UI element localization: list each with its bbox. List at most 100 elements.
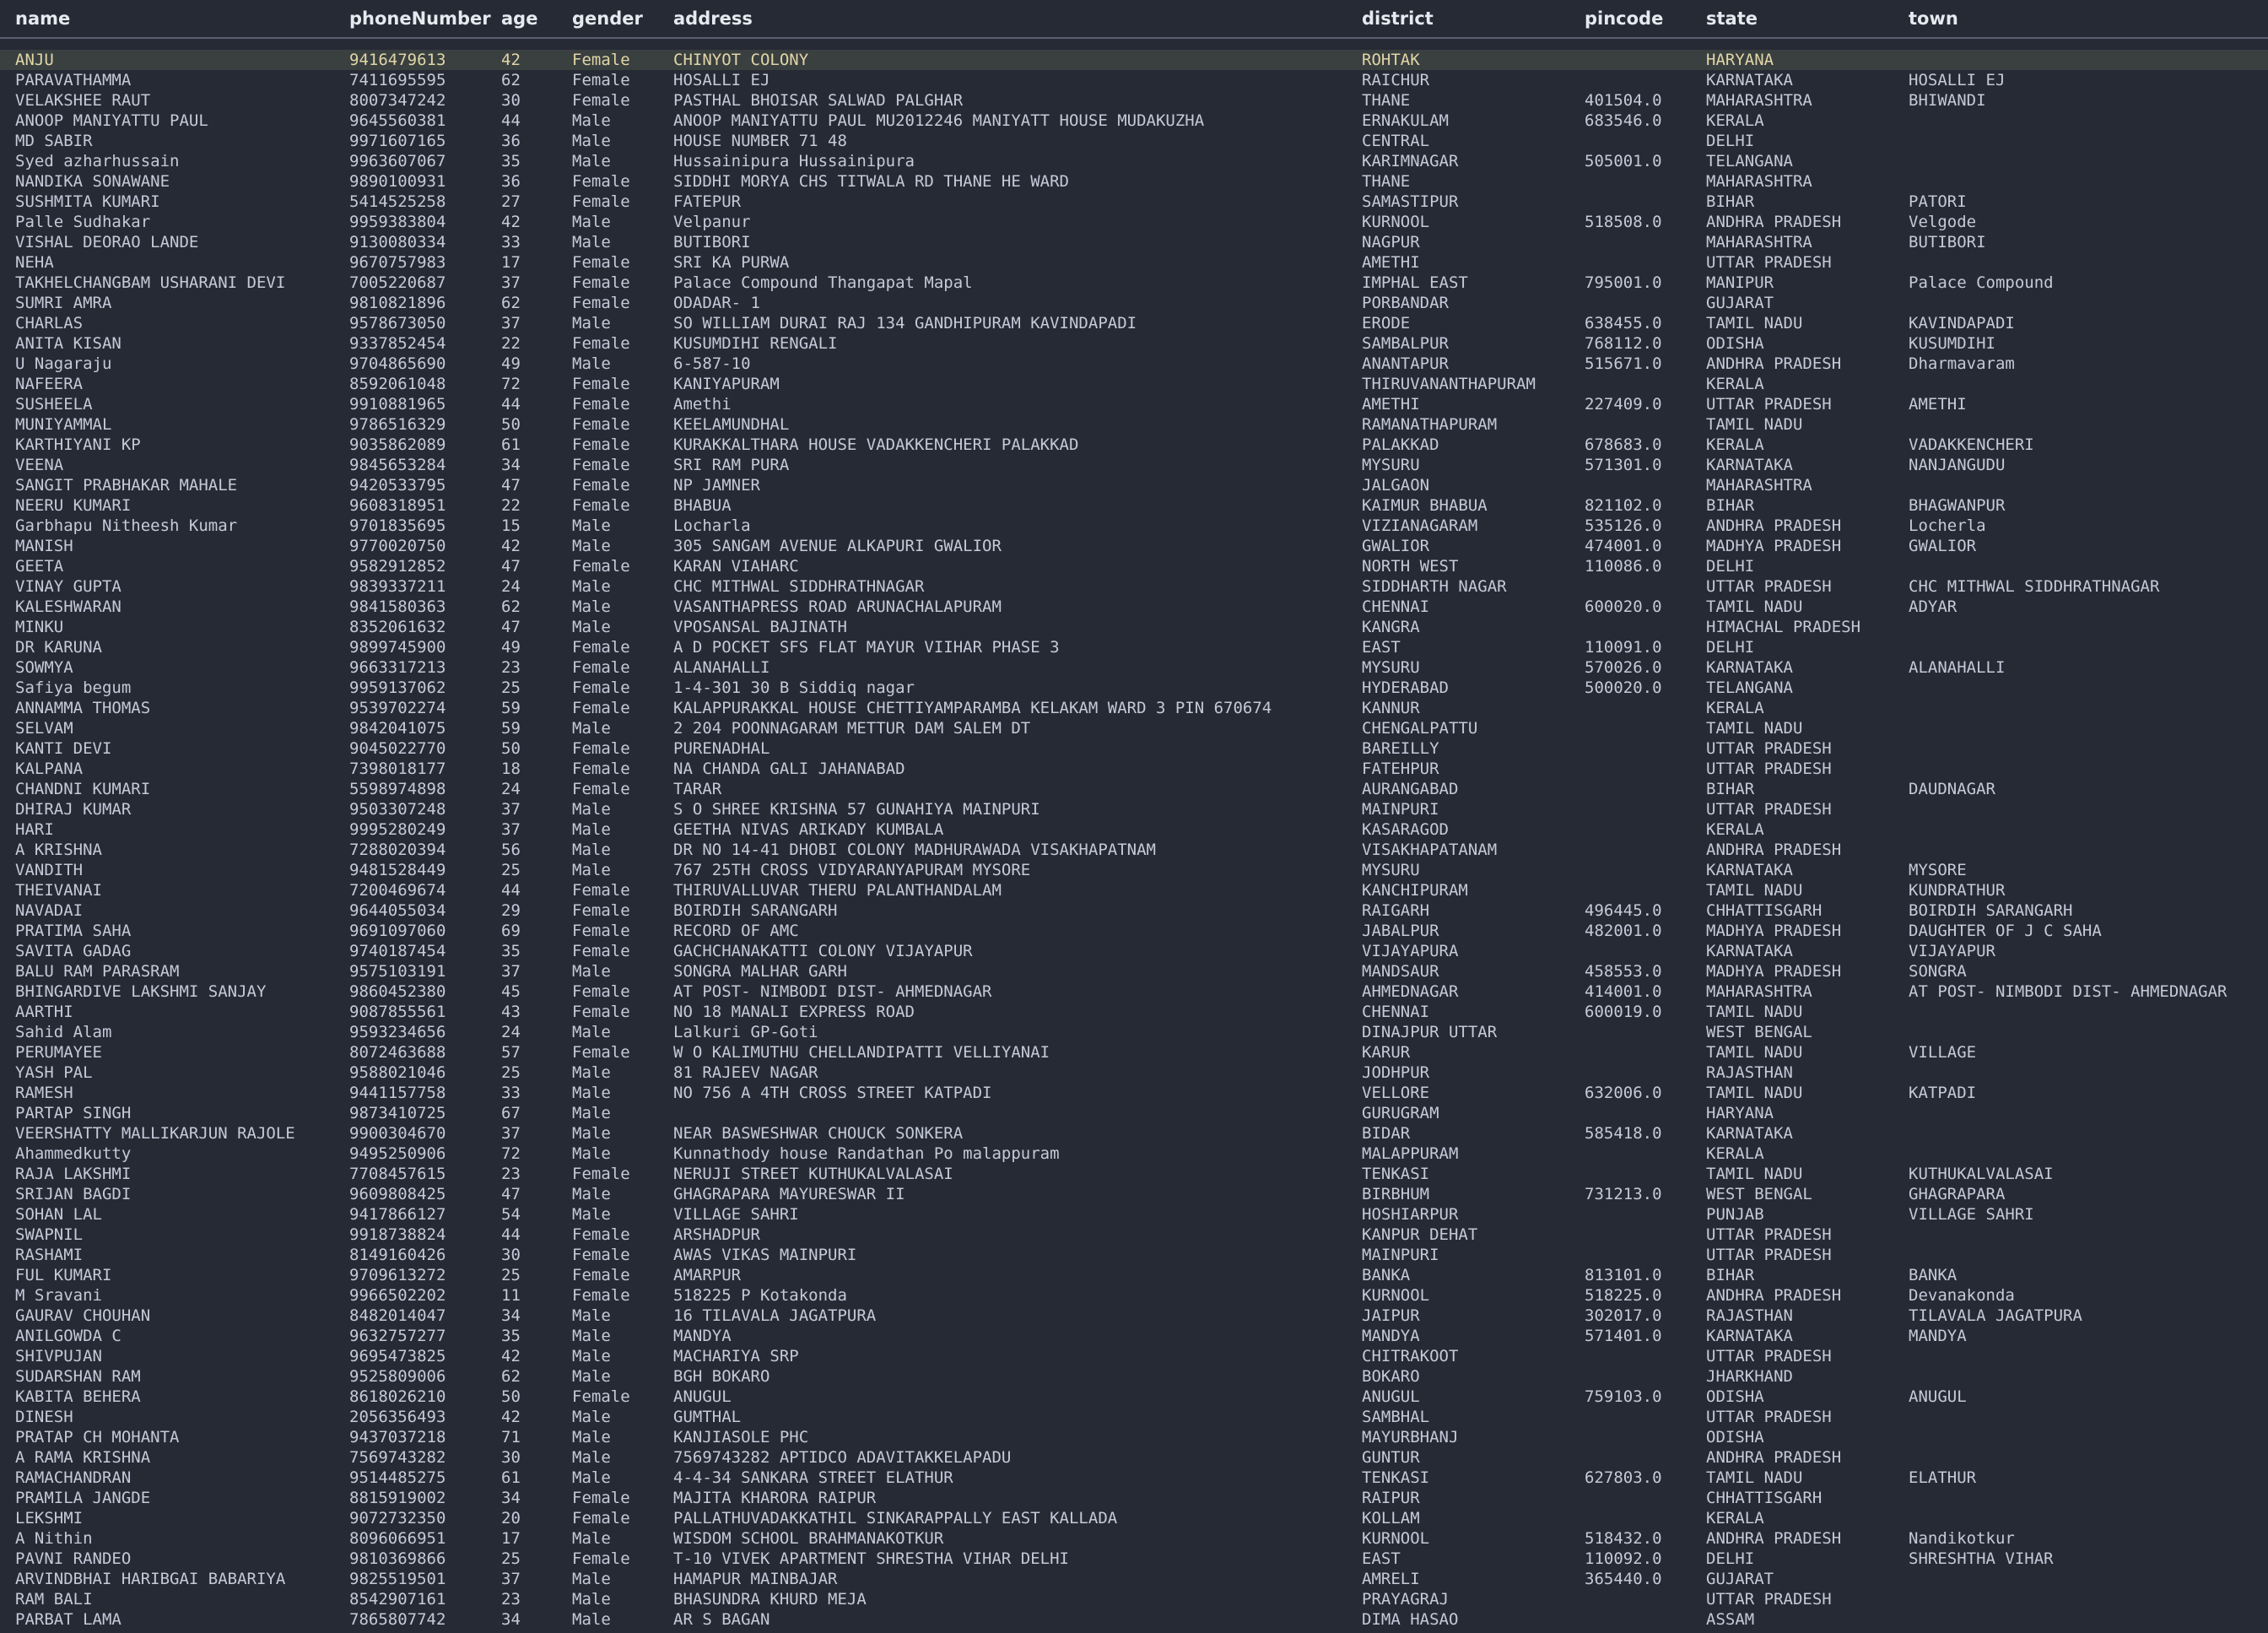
table-row[interactable]: VEENA 9845653284 34 Female SRI RAM PURA MYSUR… bbox=[0, 455, 2268, 475]
table-row[interactable]: MUNIYAMMAL 9786516329 50 Female KEELAMUNDHAL… bbox=[0, 414, 2268, 435]
cell-town: KATPADI bbox=[1909, 1084, 1977, 1102]
table-row[interactable]: U Nagaraju 9704865690 49 Male 6-587-10 ANANTA… bbox=[0, 354, 2268, 374]
table-row[interactable]: ANOOP MANIYATTU PAUL 9645560381 44 Male ANOO… bbox=[0, 111, 2268, 131]
table-row[interactable]: SANGIT PRABHAKAR MAHALE 9420533795 47 Femal… bbox=[0, 475, 2268, 495]
table-row[interactable]: VISHAL DEORAO LANDE 9130080334 33 Male BUTIB… bbox=[0, 232, 2268, 252]
table-row[interactable]: PARAVATHAMMA 7411695595 62 Female HOSALLI EJ… bbox=[0, 70, 2268, 90]
table-row[interactable]: GAURAV CHOUHAN 8482014047 34 Male 16 TILAVAL… bbox=[0, 1306, 2268, 1326]
table-row[interactable]: NAFEERA 8592061048 72 Female KANIYAPURAM THIR… bbox=[0, 374, 2268, 394]
table-row[interactable]: M Sravani 9966502202 11 Female 518225 P Kota… bbox=[0, 1285, 2268, 1306]
column-header-age[interactable]: age bbox=[501, 8, 537, 29]
column-header-pincode[interactable]: pincode bbox=[1585, 8, 1663, 29]
table-row[interactable]: MD SABIR 9971607165 36 Male HOUSE NUMBER 71 … bbox=[0, 131, 2268, 151]
table-row[interactable]: PRATIMA SAHA 9691097060 69 Female RECORD OF … bbox=[0, 921, 2268, 941]
cell-phone-number: 9959137062 bbox=[349, 679, 446, 697]
table-row[interactable]: Garbhapu Nitheesh Kumar 9701835695 15 Male L… bbox=[0, 516, 2268, 536]
table-row[interactable]: DHIRAJ KUMAR 9503307248 37 Male S O SHREE KR… bbox=[0, 799, 2268, 819]
table-row[interactable]: KALPANA 7398018177 18 Female NA CHANDA GALI … bbox=[0, 759, 2268, 779]
table-row[interactable]: SOHAN LAL 9417866127 54 Male VILLAGE SAHRI HO… bbox=[0, 1204, 2268, 1225]
table-row[interactable]: A Nithin 8096066951 17 Male WISDOM SCHOOL BR… bbox=[0, 1528, 2268, 1549]
table-row[interactable]: RAJA LAKSHMI 7708457615 23 Female NERUJI STR… bbox=[0, 1164, 2268, 1184]
table-row[interactable]: SOWMYA 9663317213 23 Female ALANAHALLI MYSURU… bbox=[0, 657, 2268, 678]
table-row[interactable]: Palle Sudhakar 9959383804 42 Male Velpanur KU… bbox=[0, 212, 2268, 232]
table-row[interactable]: KABITA BEHERA 8618026210 50 Female ANUGUL ANU… bbox=[0, 1387, 2268, 1407]
table-row[interactable]: Sahid Alam 9593234656 24 Male Lalkuri GP-Got… bbox=[0, 1022, 2268, 1042]
table-row[interactable]: CHANDNI KUMARI 5598974898 24 Female TARAR AUR… bbox=[0, 779, 2268, 799]
table-row[interactable]: GEETA 9582912852 47 Female KARAN VIAHARC NORT… bbox=[0, 556, 2268, 576]
table-row[interactable]: PARBAT LAMA 7865807742 34 Male AR S BAGAN DIM… bbox=[0, 1609, 2268, 1630]
table-row[interactable]: Ahammedkutty 9495250906 72 Male Kunnathody h… bbox=[0, 1144, 2268, 1164]
table-row[interactable]: RAMESH 9441157758 33 Male NO 756 A 4TH CROSS… bbox=[0, 1083, 2268, 1103]
table-row[interactable]: AARTHI 9087855561 43 Female NO 18 MANALI EXP… bbox=[0, 1002, 2268, 1022]
table-row[interactable]: SRIJAN BAGDI 9609808425 47 Male GHAGRAPARA M… bbox=[0, 1184, 2268, 1204]
table-row[interactable]: HARI 9995280249 37 Male GEETHA NIVAS ARIKADY… bbox=[0, 819, 2268, 840]
cell-age: 24 bbox=[501, 780, 521, 798]
cell-phone-number: 9709613272 bbox=[349, 1266, 446, 1284]
table-row[interactable]: Syed azharhussain 9963607067 35 Male Hussain… bbox=[0, 151, 2268, 171]
table-row[interactable]: Safiya begum 9959137062 25 Female 1-4-301 30… bbox=[0, 678, 2268, 698]
table-row[interactable]: ANNAMMA THOMAS 9539702274 59 Female KALAPPUR… bbox=[0, 698, 2268, 718]
cell-town: MYSORE bbox=[1909, 861, 1967, 879]
table-row[interactable]: PRATAP CH MOHANTA 9437037218 71 Male KANJIAS… bbox=[0, 1427, 2268, 1447]
table-row[interactable]: RAM BALI 8542907161 23 Male BHASUNDRA KHURD … bbox=[0, 1589, 2268, 1609]
table-row[interactable]: SELVAM 9842041075 59 Male 2 204 POONNAGARAM … bbox=[0, 718, 2268, 738]
table-row[interactable]: KALESHWARAN 9841580363 62 Male VASANTHAPRESS… bbox=[0, 597, 2268, 617]
table-row[interactable]: YASH PAL 9588021046 25 Male 81 RAJEEV NAGAR J… bbox=[0, 1063, 2268, 1083]
cell-district: PORBANDAR bbox=[1362, 294, 1449, 312]
table-row-selected[interactable]: ANJU 9416479613 42 Female CHINYOT COLONY ROHT… bbox=[0, 50, 2268, 70]
table-row[interactable]: FUL KUMARI 9709613272 25 Female AMARPUR BANKA… bbox=[0, 1265, 2268, 1285]
table-row[interactable]: DR KARUNA 9899745900 49 Female A D POCKET SF… bbox=[0, 637, 2268, 657]
table-row[interactable]: NEERU KUMARI 9608318951 22 Female BHABUA KAIM… bbox=[0, 495, 2268, 516]
table-row[interactable]: PARTAP SINGH 9873410725 67 Male GURUGRAM HARY… bbox=[0, 1103, 2268, 1123]
cell-phone-number: 9966502202 bbox=[349, 1286, 446, 1305]
cell-district: ERNAKULAM bbox=[1362, 111, 1449, 130]
table-row[interactable]: RAMACHANDRAN 9514485275 61 Male 4-4-34 SANKA… bbox=[0, 1468, 2268, 1488]
table-row[interactable]: SUSHEELA 9910881965 44 Female Amethi AMETHI 22… bbox=[0, 394, 2268, 414]
cell-age: 34 bbox=[501, 456, 521, 474]
column-header-state[interactable]: state bbox=[1706, 8, 1758, 29]
cell-address: 767 25TH CROSS VIDYARANYAPURAM MYSORE bbox=[673, 861, 1031, 879]
table-row[interactable]: SWAPNIL 9918738824 44 Female ARSHADPUR KANPUR… bbox=[0, 1225, 2268, 1245]
column-header-gender[interactable]: gender bbox=[572, 8, 643, 29]
table-row[interactable]: KANTI DEVI 9045022770 50 Female PURENADHAL BA… bbox=[0, 738, 2268, 759]
table-row[interactable]: NAVADAI 9644055034 29 Female BOIRDIH SARANGA… bbox=[0, 900, 2268, 921]
table-row[interactable]: MANISH 9770020750 42 Male 305 SANGAM AVENUE … bbox=[0, 536, 2268, 556]
table-row[interactable]: A KRISHNA 7288020394 56 Male DR NO 14-41 DHO… bbox=[0, 840, 2268, 860]
table-row[interactable]: CHARLAS 9578673050 37 Male SO WILLIAM DURAI … bbox=[0, 313, 2268, 333]
table-row[interactable]: SAVITA GADAG 9740187454 35 Female GACHCHANAK… bbox=[0, 941, 2268, 961]
table-row[interactable]: BALU RAM PARASRAM 9575103191 37 Male SONGRA … bbox=[0, 961, 2268, 981]
column-header-town[interactable]: town bbox=[1909, 8, 1958, 29]
table-row[interactable]: SUSHMITA KUMARI 5414525258 27 Female FATEPUR… bbox=[0, 192, 2268, 212]
table-row[interactable]: MINKU 8352061632 47 Male VPOSANSAL BAJINATH K… bbox=[0, 617, 2268, 637]
table-row[interactable]: PERUMAYEE 8072463688 57 Female W O KALIMUTHU… bbox=[0, 1042, 2268, 1063]
table-row[interactable]: SHIVPUJAN 9695473825 42 Male MACHARIYA SRP CH… bbox=[0, 1346, 2268, 1366]
table-row[interactable]: SUDARSHAN RAM 9525809006 62 Male BGH BOKARO B… bbox=[0, 1366, 2268, 1387]
column-header-address[interactable]: address bbox=[673, 8, 753, 29]
table-row[interactable]: VINAY GUPTA 9839337211 24 Male CHC MITHWAL S… bbox=[0, 576, 2268, 597]
table-row[interactable]: TAKHELCHANGBAM USHARANI DEVI 7005220687 37… bbox=[0, 273, 2268, 293]
table-row[interactable]: ARVINDBHAI HARIBGAI BABARIYA 9825519501 37… bbox=[0, 1569, 2268, 1589]
table-row[interactable]: ANILGOWDA C 9632757277 35 Male MANDYA MANDYA 5… bbox=[0, 1326, 2268, 1346]
table-row[interactable]: PAVNI RANDEO 9810369866 25 Female T-10 VIVEK… bbox=[0, 1549, 2268, 1569]
cell-phone-number: 9441157758 bbox=[349, 1084, 446, 1102]
column-header-phone-number[interactable]: phoneNumber bbox=[349, 8, 491, 29]
table-row[interactable]: VEERSHATTY MALLIKARJUN RAJOLE 9900304670 3… bbox=[0, 1123, 2268, 1144]
table-row[interactable]: BHINGARDIVE LAKSHMI SANJAY 9860452380 45 Fe… bbox=[0, 981, 2268, 1002]
table-row[interactable]: A RAMA KRISHNA 7569743282 30 Male 7569743282… bbox=[0, 1447, 2268, 1468]
table-row[interactable]: SUMRI AMRA 9810821896 62 Female ODADAR- 1 POR… bbox=[0, 293, 2268, 313]
table-row[interactable]: THEIVANAI 7200469674 44 Female THIRUVALLUVAR… bbox=[0, 880, 2268, 900]
table-row[interactable]: NEHA 9670757983 17 Female SRI KA PURWA AMETHI… bbox=[0, 252, 2268, 273]
table-row[interactable]: ANITA KISAN 9337852454 22 Female KUSUMDIHI R… bbox=[0, 333, 2268, 354]
table-row[interactable]: DINESH 2056356493 42 Male GUMTHAL SAMBHAL UTTA… bbox=[0, 1407, 2268, 1427]
table-row[interactable]: VELAKSHEE RAUT 8007347242 30 Female PASTHAL … bbox=[0, 90, 2268, 111]
table-row[interactable]: PRAMILA JANGDE 8815919002 34 Female MAJITA K… bbox=[0, 1488, 2268, 1508]
column-header-name[interactable]: name bbox=[15, 8, 70, 29]
cell-district: MAINPURI bbox=[1362, 800, 1439, 819]
cell-pincode: 505001.0 bbox=[1585, 152, 1662, 170]
table-row[interactable]: RASHAMI 8149160426 30 Female AWAS VIKAS MAIN… bbox=[0, 1245, 2268, 1265]
table-row[interactable]: VANDITH 9481528449 25 Male 767 25TH CROSS VI… bbox=[0, 860, 2268, 880]
column-header-district[interactable]: district bbox=[1362, 8, 1434, 29]
table-row[interactable]: NANDIKA SONAWANE 9890100931 36 Female SIDDHI… bbox=[0, 171, 2268, 192]
table-row[interactable]: KARTHIYANI KP 9035862089 61 Female KURAKKALT… bbox=[0, 435, 2268, 455]
table-row[interactable]: LEKSHMI 9072732350 20 Female PALLATHUVADAKKA… bbox=[0, 1508, 2268, 1528]
